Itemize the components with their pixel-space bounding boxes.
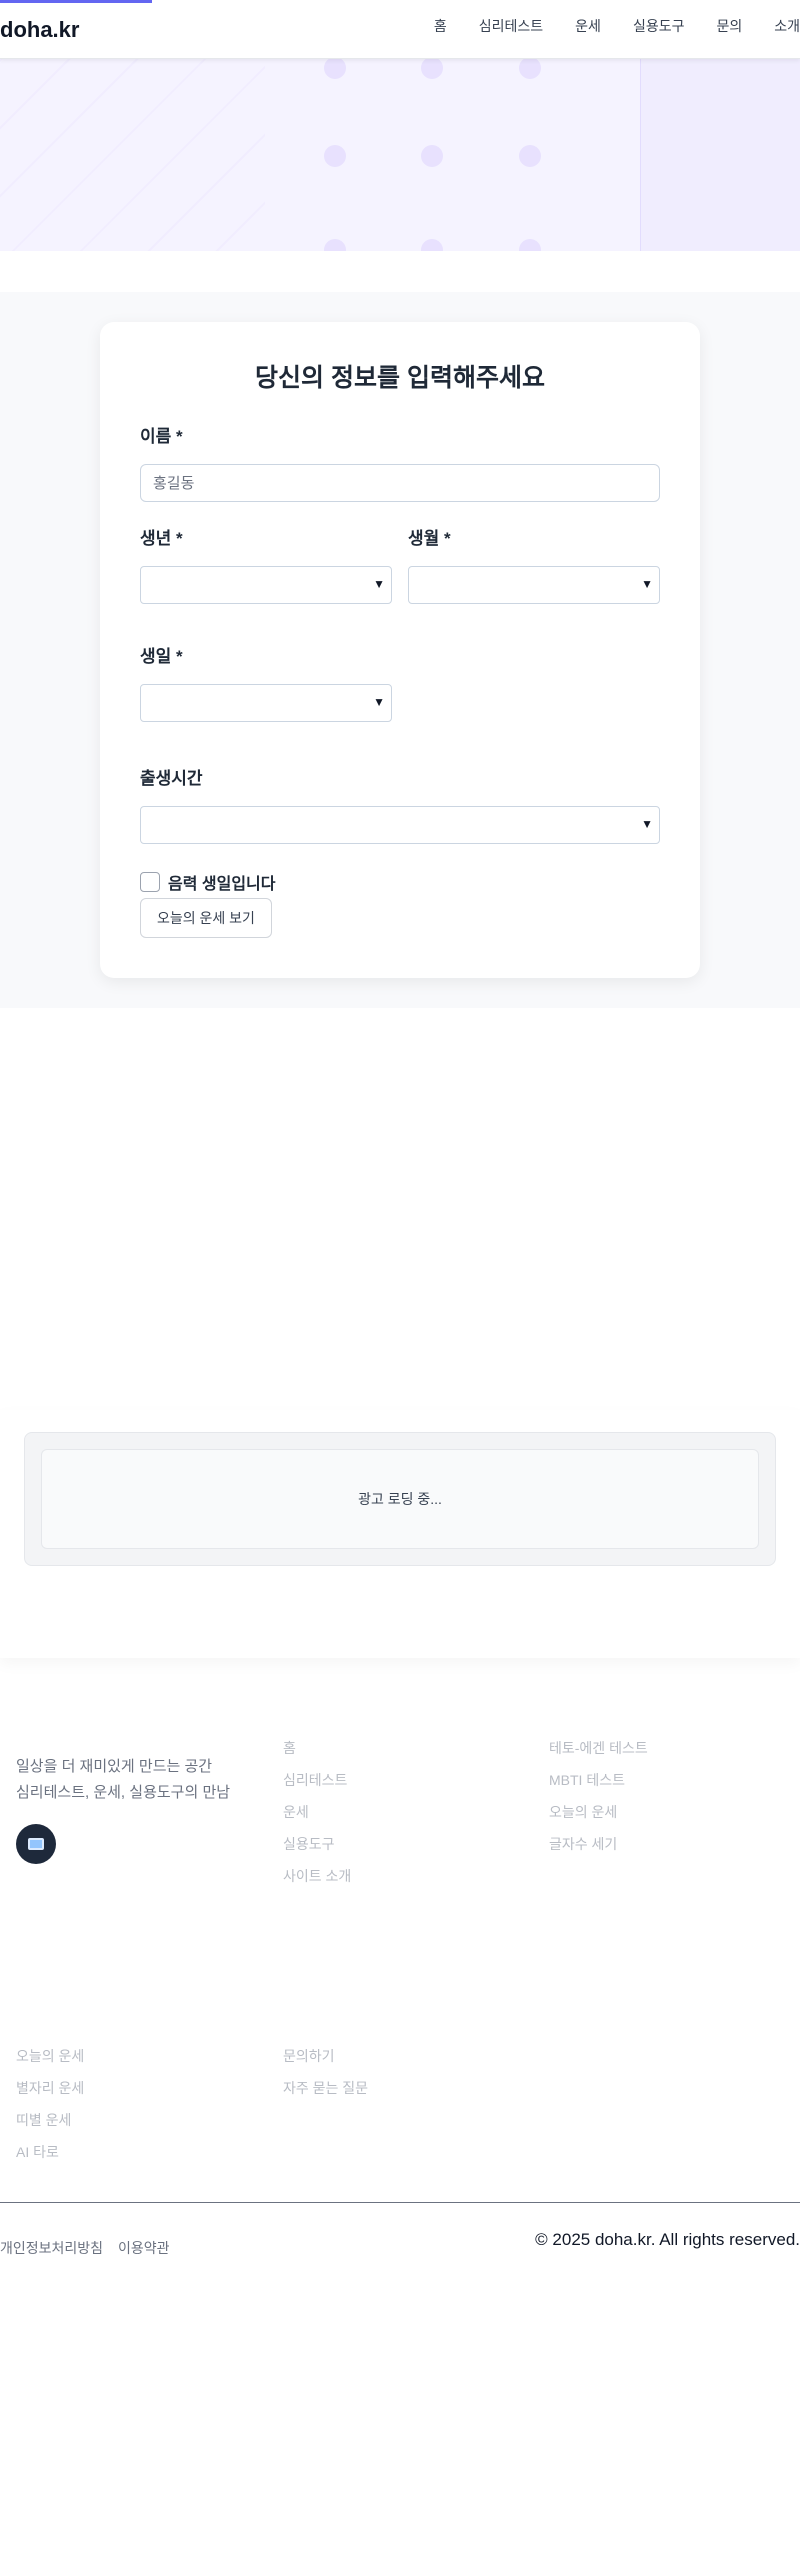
footer-link-tools[interactable]: 실용도구 xyxy=(283,1834,335,1854)
fortune-form-card: 당신의 정보를 입력해주세요 이름 * 생년 * ▼ 생월 * ▼ 생일 * ▼… xyxy=(100,322,700,978)
footer-description-line: 심리테스트, 운세, 실용도구의 만남 xyxy=(16,1784,231,1801)
footer-link-home[interactable]: 홈 xyxy=(283,1738,296,1758)
nav-tools[interactable]: 실용도구 xyxy=(633,16,685,36)
ad-loading-placeholder: 광고 로딩 중... xyxy=(41,1449,759,1549)
footer-link-psych-test[interactable]: 심리테스트 xyxy=(283,1770,347,1790)
hero-dot xyxy=(421,145,443,167)
show-fortune-button[interactable]: 오늘의 운세 보기 xyxy=(140,898,272,938)
footer-link-ai-tarot[interactable]: AI 타로 xyxy=(16,2142,59,2162)
footer-link-about[interactable]: 사이트 소개 xyxy=(283,1866,351,1886)
hero-dot xyxy=(324,59,346,79)
footer-description: 일상을 더 재미있게 만드는 공간 심리테스트, 운세, 실용도구의 만남 xyxy=(16,1754,230,1806)
flag-icon[interactable] xyxy=(16,1824,56,1864)
chevron-down-icon: ▼ xyxy=(373,577,385,591)
form-title: 당신의 정보를 입력해주세요 xyxy=(255,364,545,392)
footer-description-line: 일상을 더 재미있게 만드는 공간 xyxy=(16,1758,213,1775)
birth-month-label: 생월 * xyxy=(408,529,451,548)
site-header: doha.kr 홈 심리테스트 운세 실용도구 문의 소개 xyxy=(0,0,800,59)
nav-fortune[interactable]: 운세 xyxy=(575,16,601,36)
chevron-down-icon: ▼ xyxy=(373,695,385,709)
footer-link-faq[interactable]: 자주 묻는 질문 xyxy=(283,2078,368,2098)
nav-home[interactable]: 홈 xyxy=(434,16,447,36)
hero-dot xyxy=(519,145,541,167)
birth-year-select[interactable]: ▼ xyxy=(140,566,392,604)
birth-day-select[interactable]: ▼ xyxy=(140,684,392,722)
footer-link-daily-fortune[interactable]: 오늘의 운세 xyxy=(16,2046,84,2066)
copyright-text: © 2025 doha.kr. All rights reserved. xyxy=(535,2230,800,2249)
birth-month-select[interactable]: ▼ xyxy=(408,566,660,604)
page-progress-bar xyxy=(0,0,152,3)
birth-year-label: 생년 * xyxy=(140,529,183,548)
birth-time-select[interactable]: ▼ xyxy=(140,806,660,844)
name-label: 이름 * xyxy=(140,427,183,446)
hero-dot xyxy=(324,239,346,251)
privacy-policy-link[interactable]: 개인정보처리방침 xyxy=(0,2238,103,2258)
name-input[interactable] xyxy=(140,464,660,502)
hero-dot xyxy=(519,59,541,79)
hero-dot xyxy=(421,239,443,251)
flag-icon-inner xyxy=(28,1838,44,1850)
hero-dot xyxy=(519,239,541,251)
site-logo[interactable]: doha.kr xyxy=(0,17,79,43)
hero-banner xyxy=(0,59,800,251)
ad-loading-text: 광고 로딩 중... xyxy=(358,1491,442,1507)
footer-link-contact[interactable]: 문의하기 xyxy=(283,2046,335,2066)
terms-link[interactable]: 이용약관 xyxy=(118,2238,170,2258)
footer-divider xyxy=(0,2202,800,2203)
nav-about[interactable]: 소개 xyxy=(774,16,800,36)
chevron-down-icon: ▼ xyxy=(641,817,653,831)
hero-pattern xyxy=(0,59,265,251)
nav-psych-test[interactable]: 심리테스트 xyxy=(479,16,543,36)
hero-dot xyxy=(324,145,346,167)
birth-day-label: 생일 * xyxy=(140,647,183,666)
nav-contact[interactable]: 문의 xyxy=(716,16,742,36)
footer-link-teto-egen-test[interactable]: 테토-에겐 테스트 xyxy=(549,1738,648,1758)
lunar-checkbox-label[interactable]: 음력 생일입니다 xyxy=(168,870,276,894)
footer-link-fortune[interactable]: 운세 xyxy=(283,1802,309,1822)
footer-link-daily-fortune[interactable]: 오늘의 운세 xyxy=(549,1802,617,1822)
birth-time-label: 출생시간 xyxy=(140,769,203,788)
chevron-down-icon: ▼ xyxy=(641,577,653,591)
footer-link-char-counter[interactable]: 글자수 세기 xyxy=(549,1834,617,1854)
footer-link-mbti-test[interactable]: MBTI 테스트 xyxy=(549,1770,625,1790)
footer-link-animal-sign-fortune[interactable]: 띠별 운세 xyxy=(16,2110,71,2130)
hero-dot xyxy=(421,59,443,79)
lunar-checkbox[interactable] xyxy=(140,872,160,892)
hero-side-panel xyxy=(640,59,800,251)
footer-link-zodiac-fortune[interactable]: 별자리 운세 xyxy=(16,2078,84,2098)
main-nav: 홈 심리테스트 운세 실용도구 문의 소개 xyxy=(402,16,800,36)
